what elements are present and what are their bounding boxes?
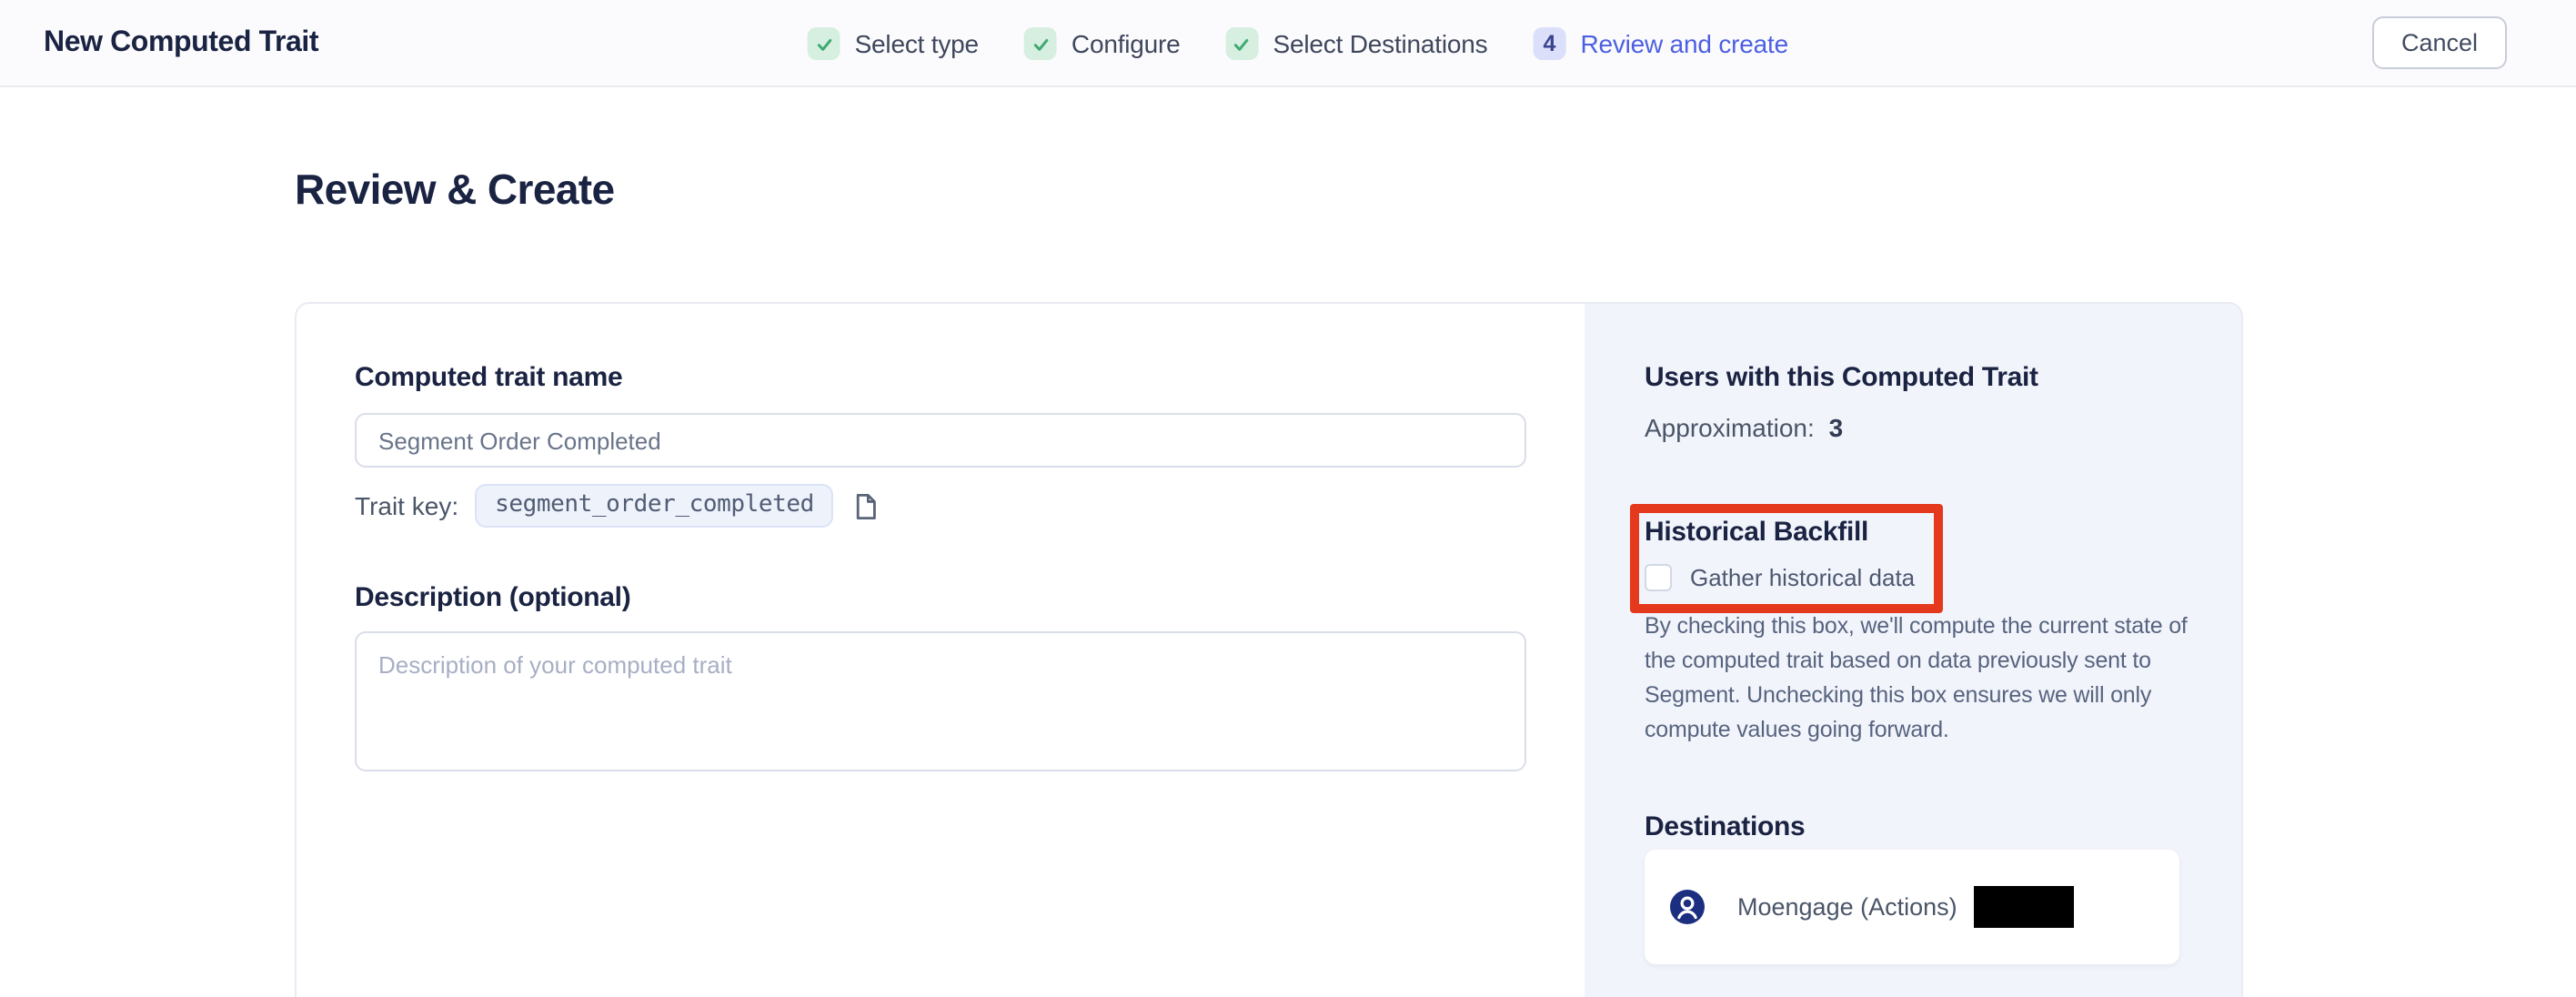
summary-panel: Users with this Computed Trait Approxima… — [1585, 304, 2241, 997]
gather-historical-data-label: Gather historical data — [1690, 564, 1915, 591]
review-card: Computed trait name Trait key: segment_o… — [295, 302, 2243, 997]
backfill-description: By checking this box, we'll compute the … — [1645, 609, 2189, 748]
trait-key-value-chip: segment_order_completed — [475, 484, 834, 528]
page-title: Review & Create — [295, 166, 615, 215]
step-configure[interactable]: Configure — [1024, 27, 1181, 60]
step-select-type[interactable]: Select type — [808, 27, 979, 60]
step-select-destinations[interactable]: Select Destinations — [1226, 27, 1488, 60]
trait-key-row: Trait key: segment_order_completed — [355, 484, 1526, 528]
destination-name: Moengage (Actions) — [1737, 893, 1957, 921]
check-icon — [1226, 27, 1259, 60]
approximation-value: 3 — [1829, 413, 1844, 442]
step-label: Configure — [1072, 29, 1181, 58]
trait-key-label: Trait key: — [355, 491, 458, 520]
approximation-row: Approximation: 3 — [1645, 413, 2179, 442]
historical-backfill-heading: Historical Backfill — [1645, 517, 2179, 548]
moengage-avatar-icon — [1670, 890, 1705, 924]
step-number-badge: 4 — [1533, 27, 1565, 60]
computed-trait-name-input[interactable] — [355, 413, 1526, 468]
copy-document-icon[interactable] — [854, 492, 878, 519]
computed-trait-name-label: Computed trait name — [355, 362, 1526, 393]
step-label: Select Destinations — [1273, 29, 1488, 58]
check-icon — [808, 27, 840, 60]
step-label: Review and create — [1580, 29, 1788, 58]
cancel-button[interactable]: Cancel — [2372, 16, 2507, 69]
gather-historical-data-row: Gather historical data — [1645, 564, 2179, 591]
redaction-box — [1974, 886, 2074, 928]
description-label: Description (optional) — [355, 582, 1526, 613]
description-textarea[interactable] — [355, 631, 1526, 771]
main-content: Review & Create Computed trait name Trai… — [0, 87, 2576, 997]
check-icon — [1024, 27, 1057, 60]
destination-item[interactable]: Moengage (Actions) — [1645, 850, 2179, 964]
trait-form-section: Computed trait name Trait key: segment_o… — [297, 304, 1585, 997]
page-header-title: New Computed Trait — [44, 26, 318, 59]
destinations-heading: Destinations — [1645, 811, 2179, 842]
step-label: Select type — [855, 29, 979, 58]
new-computed-trait-page: New Computed Trait Select type Configure… — [0, 0, 2576, 997]
wizard-stepper: Select type Configure Select Destination… — [808, 0, 1788, 87]
approximation-label: Approximation: — [1645, 413, 1815, 442]
gather-historical-data-checkbox[interactable] — [1645, 564, 1672, 591]
top-bar: New Computed Trait Select type Configure… — [0, 0, 2576, 87]
users-heading: Users with this Computed Trait — [1645, 362, 2179, 393]
step-review-and-create[interactable]: 4 Review and create — [1533, 27, 1788, 60]
